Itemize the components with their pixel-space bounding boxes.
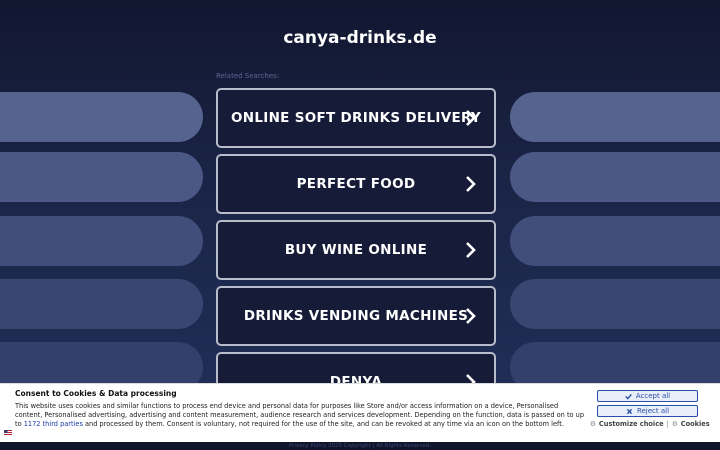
domain-title: canya-drinks.de xyxy=(283,28,437,48)
accept-all-button[interactable]: Accept all xyxy=(597,390,698,402)
third-parties-link[interactable]: 1172 third parties xyxy=(24,420,83,428)
flag-icon[interactable] xyxy=(4,430,12,436)
related-search-link[interactable]: ONLINE SOFT DRINKS DELIVERY xyxy=(216,88,496,148)
decorative-shape-right xyxy=(510,279,720,329)
related-search-link[interactable]: BUY WINE ONLINE xyxy=(216,220,496,280)
accept-all-label: Accept all xyxy=(635,392,671,400)
cookies-link[interactable]: Cookies xyxy=(681,420,710,428)
related-search-label: PERFECT FOOD xyxy=(296,176,416,192)
gear-icon: ⚙ xyxy=(590,420,596,428)
parking-page: canya-drinks.de Related Searches: ONLINE… xyxy=(0,0,720,450)
decorative-shape-right xyxy=(510,216,720,266)
reject-all-label: Reject all xyxy=(636,407,670,415)
chevron-right-icon xyxy=(466,176,476,192)
decorative-shape-left xyxy=(0,92,203,142)
related-search-label: ONLINE SOFT DRINKS DELIVERY xyxy=(230,110,481,126)
decorative-shape-right xyxy=(510,152,720,202)
related-search-label: BUY WINE ONLINE xyxy=(284,242,428,258)
privacy-policy-link[interactable]: Privacy Policy xyxy=(289,443,326,449)
related-search-link[interactable]: DRINKS VENDING MACHINES xyxy=(216,286,496,346)
decorative-shape-left xyxy=(0,216,203,266)
cookie-icon: ⚙ xyxy=(671,420,678,428)
chevron-right-icon xyxy=(466,110,476,126)
consent-links: ⚙ Customize choice | ⚙ Cookies xyxy=(590,420,715,428)
decorative-shape-left xyxy=(0,152,203,202)
copyright-text: 2025 Copyright | All Rights Reserved. xyxy=(328,443,432,449)
check-icon xyxy=(625,393,632,400)
customize-choice-link[interactable]: Customize choice xyxy=(599,420,664,428)
reject-all-button[interactable]: Reject all xyxy=(597,405,698,417)
footer: Privacy Policy 2025 Copyright | All Righ… xyxy=(0,442,720,450)
chevron-right-icon xyxy=(466,308,476,324)
x-icon xyxy=(626,408,633,414)
related-search-label: DRINKS VENDING MACHINES xyxy=(243,308,469,324)
related-searches-label: Related Searches: xyxy=(216,72,280,80)
consent-text-part: and processed by them. Consent is volunt… xyxy=(82,420,564,428)
separator: | xyxy=(666,420,669,428)
decorative-shape-right xyxy=(510,92,720,142)
chevron-right-icon xyxy=(466,242,476,258)
decorative-shape-left xyxy=(0,279,203,329)
consent-text: This website uses cookies and similar fu… xyxy=(15,402,585,429)
consent-title: Consent to Cookies & Data processing xyxy=(15,389,177,398)
related-search-link[interactable]: PERFECT FOOD xyxy=(216,154,496,214)
